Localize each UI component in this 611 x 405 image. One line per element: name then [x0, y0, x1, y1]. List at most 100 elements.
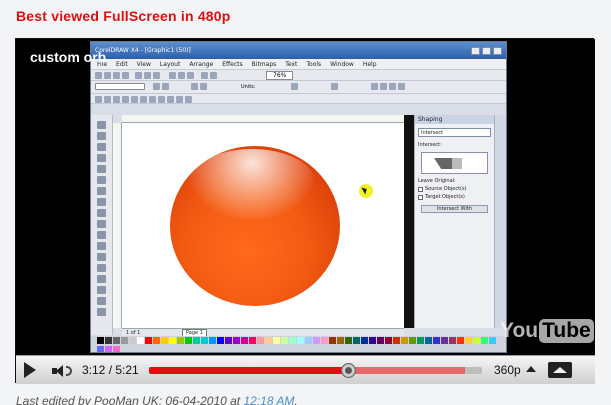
palette-swatch — [297, 337, 304, 344]
palette-swatch — [241, 337, 248, 344]
youtube-watermark: You Tube — [500, 319, 594, 343]
palette-swatch — [105, 337, 112, 344]
ruler-horizontal — [122, 115, 404, 123]
menu-arrange: Arrange — [189, 61, 214, 68]
color-palette — [91, 336, 506, 352]
orb-gloss-highlight — [188, 149, 316, 219]
menu-bitmaps: Bitmaps — [251, 61, 277, 68]
palette-swatch — [377, 337, 384, 344]
palette-swatch — [233, 337, 240, 344]
palette-swatch — [113, 345, 120, 352]
palette-swatch — [481, 337, 488, 344]
palette-swatch — [201, 337, 208, 344]
app-title: CorelDRAW X4 - [Graphic1 (50)] — [95, 47, 191, 54]
minimize-icon — [471, 46, 480, 55]
seek-bar-played — [149, 367, 349, 374]
palette-swatch — [401, 337, 408, 344]
standard-toolbar: 76% — [91, 70, 506, 81]
seek-bar-loaded — [348, 367, 466, 374]
edit-note: Last edited by PooMan UK; 06-04-2010 at … — [16, 394, 298, 405]
palette-swatch — [97, 345, 104, 352]
palette-swatch — [393, 337, 400, 344]
units-label: Units: — [241, 84, 256, 90]
mouse-cursor-icon — [359, 184, 373, 198]
palette-swatch — [177, 337, 184, 344]
docker-side-tabs — [494, 115, 506, 328]
app-menubar: File Edit View Layout Arrange Effects Bi… — [91, 59, 506, 70]
fullscreen-icon[interactable] — [548, 362, 572, 378]
palette-swatch — [289, 337, 296, 344]
palette-swatch — [425, 337, 432, 344]
quality-button[interactable]: 360p — [494, 363, 521, 377]
palette-swatch — [369, 337, 376, 344]
page-navigator: 1 of 1 Page 1 — [122, 328, 404, 337]
headline: Best viewed FullScreen in 480p — [16, 8, 231, 24]
drawing-canvas — [122, 123, 404, 328]
intersect-preview-icon — [421, 152, 488, 174]
page: Best viewed FullScreen in 480p CorelDRAW… — [0, 0, 611, 405]
palette-swatch — [225, 337, 232, 344]
palette-swatch — [353, 337, 360, 344]
property-bar: Units: — [91, 81, 506, 94]
palette-swatch — [433, 337, 440, 344]
palette-swatch — [257, 337, 264, 344]
canvas-scroll-strip — [404, 115, 414, 328]
menu-view: View — [136, 61, 151, 68]
edit-time-link[interactable]: 12:18 AM — [243, 394, 294, 405]
seek-bar[interactable] — [149, 363, 482, 378]
palette-swatch — [361, 337, 368, 344]
docker-title: Shaping — [415, 115, 494, 124]
play-icon[interactable] — [24, 362, 36, 378]
close-icon — [493, 46, 502, 55]
menu-window: Window — [330, 61, 354, 68]
palette-swatch — [417, 337, 424, 344]
window-controls — [471, 46, 502, 55]
docker-leave-original-label: Leave Original: — [418, 178, 456, 184]
palette-swatch — [329, 337, 336, 344]
menu-layout: Layout — [159, 61, 181, 68]
palette-swatch — [385, 337, 392, 344]
palette-swatch — [169, 337, 176, 344]
menu-help: Help — [362, 61, 377, 68]
docker-mode-select: Intersect — [418, 128, 491, 137]
menu-text: Text — [285, 61, 298, 68]
palette-swatch — [193, 337, 200, 344]
palette-swatch — [449, 337, 456, 344]
palette-swatch — [185, 337, 192, 344]
palette-swatch — [265, 337, 272, 344]
docker-intersect-label: Intersect: — [418, 142, 442, 148]
app-titlebar: CorelDRAW X4 - [Graphic1 (50)] — [91, 42, 506, 59]
palette-swatch — [409, 337, 416, 344]
menu-edit: Edit — [116, 61, 128, 68]
palette-swatch — [441, 337, 448, 344]
palette-swatch — [473, 337, 480, 344]
video-title: custom orb — [30, 49, 107, 65]
palette-swatch — [105, 345, 112, 352]
palette-swatch — [305, 337, 312, 344]
palette-swatch — [457, 337, 464, 344]
palette-swatch — [273, 337, 280, 344]
palette-swatch — [97, 337, 104, 344]
video-area[interactable]: CorelDRAW X4 - [Graphic1 (50)] File Edit… — [16, 39, 595, 355]
palette-swatch — [161, 337, 168, 344]
palette-swatch — [145, 337, 152, 344]
palette-swatch — [249, 337, 256, 344]
toolbox — [91, 115, 113, 335]
volume-waves-icon — [66, 366, 72, 376]
palette-swatch — [137, 337, 144, 344]
menu-effects: Effects — [222, 61, 243, 68]
palette-swatch — [345, 337, 352, 344]
shaping-docker: Shaping Intersect Intersect: Leave Origi… — [414, 115, 494, 328]
embedded-app-window: CorelDRAW X4 - [Graphic1 (50)] File Edit… — [90, 41, 507, 353]
palette-swatch — [129, 337, 136, 344]
palette-swatch — [153, 337, 160, 344]
palette-swatch — [489, 337, 496, 344]
palette-swatch — [113, 337, 120, 344]
menu-tools: Tools — [306, 61, 322, 68]
time-display: 3:12 / 5:21 — [82, 363, 139, 377]
zoom-level: 76% — [266, 71, 294, 80]
seek-handle[interactable] — [341, 363, 357, 378]
video-player[interactable]: CorelDRAW X4 - [Graphic1 (50)] File Edit… — [15, 38, 595, 384]
source-object-checkbox: Source Object(s) — [415, 185, 494, 193]
quality-up-icon[interactable] — [526, 366, 536, 372]
